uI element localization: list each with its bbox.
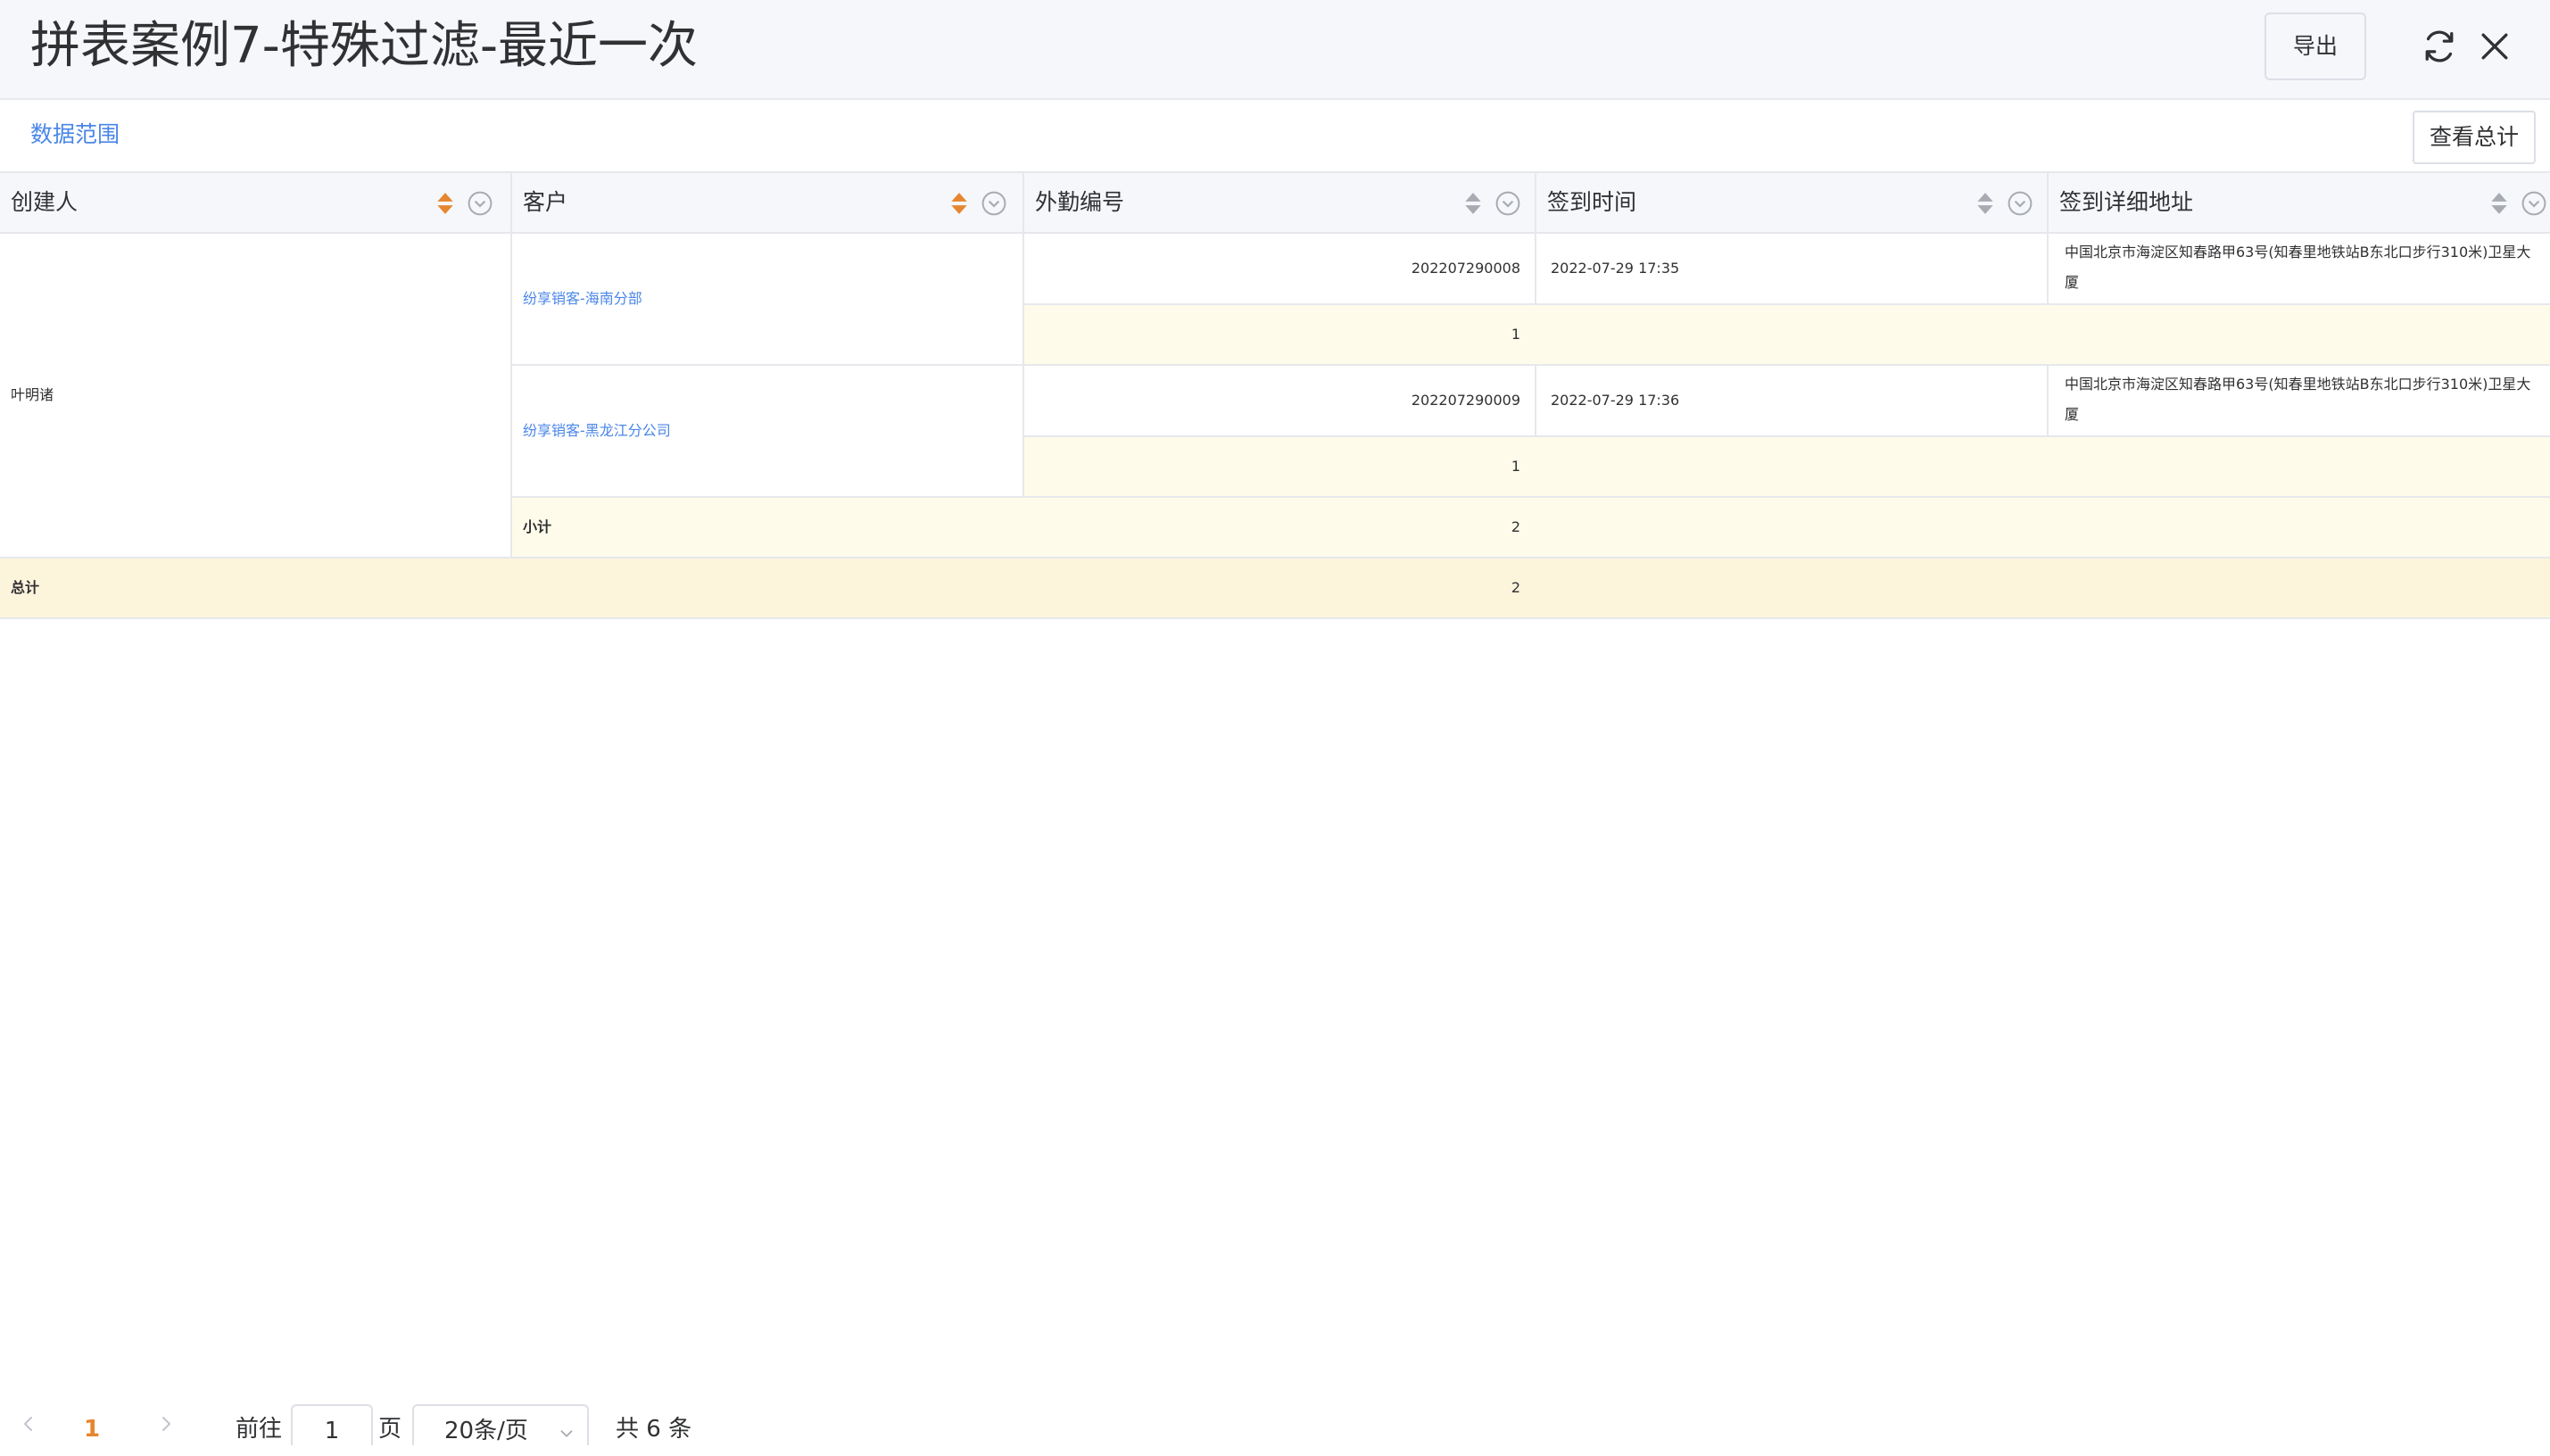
subtotal-label: 小计 — [523, 518, 552, 535]
page-number-current[interactable]: 1 — [84, 1411, 100, 1447]
sort-icon[interactable] — [435, 192, 455, 215]
goto-suffix: 页 — [378, 1416, 402, 1443]
grid-line — [1535, 366, 1536, 437]
view-total-button[interactable]: 查看总计 — [2413, 111, 2536, 164]
goto-prefix: 前往 — [236, 1416, 283, 1443]
grid-line — [1024, 435, 2550, 437]
creator-cell: 叶明诸 — [11, 386, 54, 403]
column-header-checkin-time[interactable]: 签到时间 — [1536, 173, 2047, 232]
grid-line — [1024, 303, 2550, 305]
grid-line — [510, 171, 512, 558]
grid-line — [0, 617, 2550, 619]
filter-dropdown-icon[interactable] — [2521, 191, 2546, 216]
column-header-label: 外勤编号 — [1035, 189, 1125, 215]
grid-line — [1022, 171, 1024, 234]
grid-line — [0, 232, 2550, 234]
data-range-link[interactable]: 数据范围 — [30, 120, 120, 150]
checkin-address-cell: 中国北京市海淀区知春路甲63号(知春里地铁站B东北口步行310米)卫星大厦 — [2065, 244, 2531, 291]
column-header-label: 创建人 — [11, 189, 79, 215]
grid-line — [2047, 171, 2049, 234]
field-id-cell: 202207290009 — [1411, 392, 1520, 409]
prev-page-icon[interactable] — [18, 1413, 39, 1435]
column-header-checkin-address[interactable]: 签到详细地址 — [2049, 173, 2550, 232]
goto-page-input[interactable]: 1 — [291, 1404, 373, 1445]
export-button[interactable]: 导出 — [2264, 12, 2366, 80]
total-label: 总计 — [11, 579, 40, 596]
close-icon[interactable] — [2475, 27, 2514, 66]
grid-line — [512, 364, 2550, 366]
column-header-label: 签到时间 — [1547, 189, 1637, 215]
filter-dropdown-icon[interactable] — [468, 191, 493, 216]
field-id-cell: 202207290008 — [1411, 260, 1520, 277]
grid-line — [2047, 366, 2049, 437]
filter-dropdown-icon[interactable] — [981, 191, 1006, 216]
checkin-time-cell: 2022-07-29 17:36 — [1551, 392, 1680, 409]
grid-line — [0, 171, 2550, 173]
grid-line — [0, 557, 2550, 558]
page-size-select[interactable]: 20条/页 — [412, 1404, 589, 1445]
total-value: 2 — [1511, 579, 1520, 596]
filter-dropdown-icon[interactable] — [2008, 191, 2033, 216]
group-count-cell: 1 — [1511, 458, 1520, 475]
column-header-label: 客户 — [523, 189, 568, 215]
page-header: 拼表案例7-特殊过滤-最近一次 导出 — [0, 0, 2550, 100]
chevron-down-icon — [560, 1430, 573, 1437]
total-count: 共 6 条 — [616, 1416, 692, 1443]
subtotal-value: 2 — [1511, 518, 1520, 535]
sort-icon[interactable] — [949, 192, 969, 215]
filter-dropdown-icon[interactable] — [1495, 191, 1520, 216]
column-header-creator[interactable]: 创建人 — [0, 173, 510, 232]
column-header-label: 签到详细地址 — [2059, 189, 2194, 215]
page-size-value: 20条/页 — [444, 1418, 528, 1444]
grid-line — [1535, 171, 1536, 234]
checkin-address-cell: 中国北京市海淀区知春路甲63号(知春里地铁站B东北口步行310米)卫星大厦 — [2065, 376, 2531, 423]
grid-line — [2047, 234, 2049, 305]
grid-line — [512, 496, 2550, 498]
customer-link[interactable]: 纷享销客-黑龙江分公司 — [523, 416, 671, 446]
refresh-icon[interactable] — [2420, 27, 2459, 66]
group-count-cell: 1 — [1511, 326, 1520, 343]
column-header-field-id[interactable]: 外勤编号 — [1024, 173, 1535, 232]
customer-link[interactable]: 纷享销客-海南分部 — [523, 284, 642, 314]
subtotal-row — [512, 498, 2550, 557]
sort-icon[interactable] — [2489, 192, 2509, 215]
grid-line — [1535, 234, 1536, 305]
sort-icon[interactable] — [1975, 192, 1995, 215]
column-header-customer[interactable]: 客户 — [512, 173, 1022, 232]
checkin-time-cell: 2022-07-29 17:35 — [1551, 260, 1680, 277]
next-page-icon[interactable] — [155, 1413, 177, 1435]
sort-icon[interactable] — [1463, 192, 1483, 215]
page-title: 拼表案例7-特殊过滤-最近一次 — [30, 17, 699, 75]
